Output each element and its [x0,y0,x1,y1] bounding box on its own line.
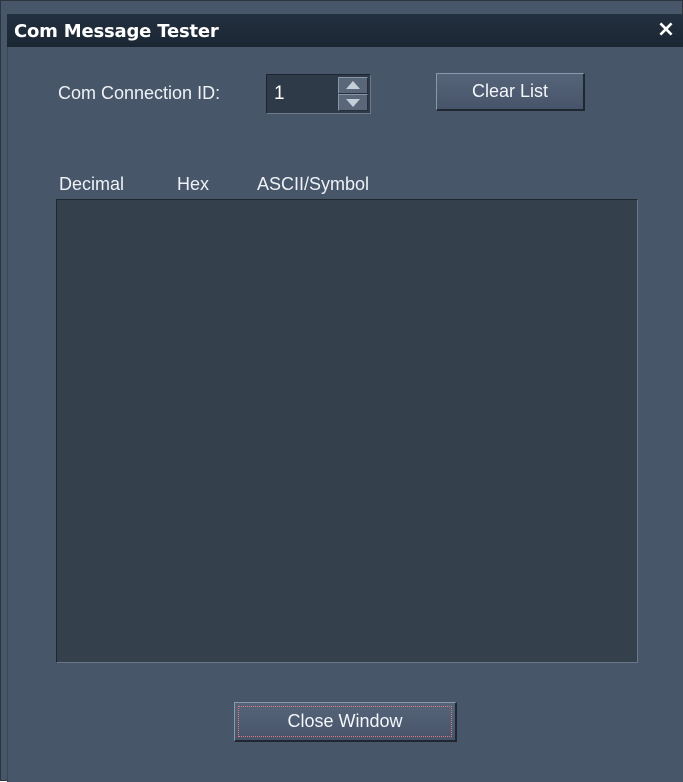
column-header-hex: Hex [177,174,210,194]
column-header-ascii-symbol: ASCII/Symbol [257,174,370,194]
close-window-button[interactable]: Close Window [234,702,457,742]
arrow-down-icon [346,99,360,107]
arrow-up-icon [346,81,360,89]
close-icon[interactable]: × [655,17,677,43]
column-header-decimal: Decimal [59,174,125,194]
com-message-tester-window: Com Message Tester × Com Connection ID: … [0,0,683,782]
message-list[interactable] [56,199,638,663]
spin-up-button[interactable] [338,77,368,94]
clear-list-button[interactable]: Clear List [436,73,585,111]
close-window-label: Close Window [287,711,403,731]
spin-down-button[interactable] [338,94,368,111]
com-connection-id-stepper[interactable]: 1 [266,74,371,114]
clear-list-label: Clear List [471,81,549,101]
com-connection-id-value[interactable]: 1 [274,83,285,105]
title-bar[interactable]: Com Message Tester × [7,14,683,47]
window-title: Com Message Tester [14,21,219,42]
com-connection-id-label: Com Connection ID: [58,83,221,103]
